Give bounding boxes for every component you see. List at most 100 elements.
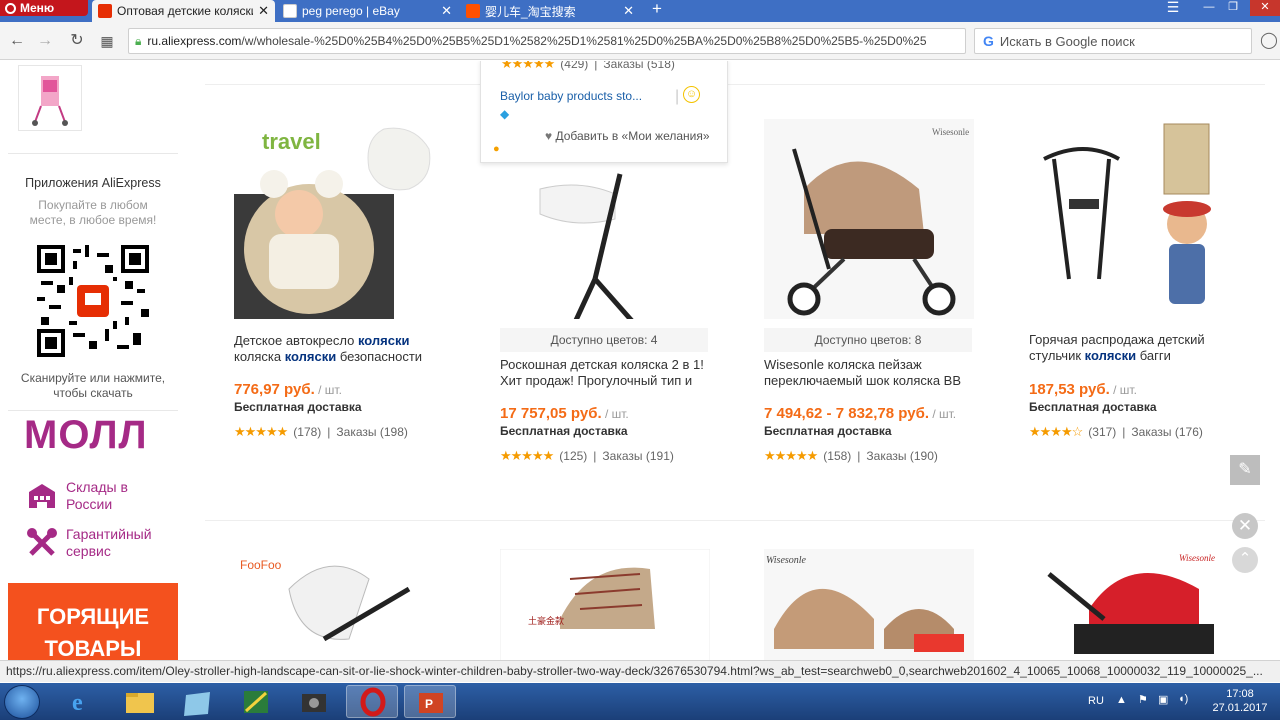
colors-available: Доступно цветов: 8 — [764, 328, 972, 352]
editor-taskbar-icon[interactable] — [230, 685, 282, 718]
product-image[interactable] — [1029, 119, 1239, 319]
windows-taskbar: e P RU ▲ ⚑ ▣ ◖) 17:08 27.01.2017 — [0, 683, 1280, 720]
qr-code[interactable] — [37, 245, 149, 357]
orders-link[interactable]: Заказы (198) — [336, 425, 407, 439]
warehouses-russia-link[interactable]: Склады в России — [26, 479, 176, 513]
opera-taskbar-icon[interactable] — [346, 685, 398, 718]
tab-aliexpress[interactable]: Оптовая детские коляски ✕ — [92, 0, 275, 22]
divider — [205, 520, 1265, 521]
back-icon[interactable]: ← — [6, 30, 28, 52]
tab-title: 婴儿车_淘宝搜索 — [485, 4, 576, 19]
popup-rating: ★★★★★ (429) | Заказы (518) — [501, 61, 675, 72]
brand-text: FooFoo — [240, 558, 282, 572]
hot-products-banner[interactable]: ГОРЯЩИЕ ТОВАРЫ — [8, 583, 178, 660]
product-image[interactable]: Wisesonle — [764, 119, 974, 319]
stars-icon: ★★★★★ — [234, 424, 288, 439]
tab-title: peg perego | eBay — [302, 4, 400, 18]
menu-label: Меню — [20, 1, 55, 15]
divider: | — [675, 88, 680, 105]
maximize-icon[interactable]: ❐ — [1222, 0, 1244, 16]
product-price: 17 757,05 руб. / шт. — [500, 405, 629, 422]
sidebar: Приложения AliExpress Покупайте в любом … — [8, 61, 178, 660]
url-path: /w/wholesale-%25D0%25B4%25D0%25B5%25D1%2… — [241, 34, 927, 48]
smile-icon[interactable]: ☺ — [683, 86, 700, 103]
tab-ebay[interactable]: peg perego | eBay ✕ — [277, 0, 458, 22]
clock-time: 17:08 — [1226, 688, 1254, 700]
close-tab-icon[interactable]: ✕ — [258, 3, 269, 19]
add-to-wishlist-button[interactable]: ♥ Добавить в «Мои желания» — [545, 129, 710, 143]
tab-title: Оптовая детские коляски — [117, 4, 254, 18]
close-window-icon[interactable]: ✕ — [1250, 0, 1280, 16]
warehouses-label: Склады в России — [66, 479, 128, 512]
app-title: Приложения AliExpress — [25, 176, 161, 190]
product-rating: ★★★★★ (158) | Заказы (190) — [764, 448, 938, 463]
search-input[interactable]: G Искать в Google поиск — [974, 28, 1252, 54]
language-indicator[interactable]: RU — [1088, 695, 1104, 707]
svg-text:e: e — [72, 690, 83, 716]
product-image[interactable]: travel — [234, 119, 444, 319]
url-host: ru.aliexpress.com — [147, 34, 242, 48]
profile-icon[interactable]: ◯ — [1260, 30, 1280, 52]
aliexpress-favicon-icon — [98, 4, 112, 18]
product-rating: ★★★★★ (178) | Заказы (198) — [234, 424, 408, 439]
product-title[interactable]: Горячая распродажа детский стульчик коля… — [1029, 332, 1249, 364]
svg-text:P: P — [425, 697, 433, 711]
taobao-favicon-icon — [466, 4, 480, 18]
powerpoint-taskbar-icon[interactable]: P — [404, 685, 456, 718]
orders-link[interactable]: Заказы (176) — [1131, 425, 1202, 439]
start-button[interactable] — [4, 685, 40, 719]
system-tray: RU ▲ ⚑ ▣ ◖) 17:08 27.01.2017 — [1080, 683, 1280, 720]
recent-item-thumbnail[interactable] — [18, 65, 82, 131]
ebay-favicon-icon — [283, 4, 297, 18]
close-tab-icon[interactable]: ✕ — [623, 3, 634, 19]
new-tab-button[interactable]: + — [648, 0, 666, 20]
clock[interactable]: 17:08 27.01.2017 — [1205, 687, 1275, 715]
reload-icon[interactable]: ↻ — [66, 30, 88, 52]
product-rating: ★★★★★ (125) | Заказы (191) — [500, 448, 674, 463]
diamond-icon: ◆ — [500, 107, 510, 121]
product-price: 187,53 руб. / шт. — [1029, 381, 1137, 398]
video-taskbar-icon[interactable] — [288, 685, 340, 718]
opera-menu-button[interactable]: Меню — [0, 0, 88, 16]
brand-text: travel — [262, 129, 321, 154]
edit-pencil-icon[interactable]: ✎ — [1230, 455, 1260, 485]
tray-arrow-icon[interactable]: ▲ — [1116, 694, 1127, 706]
product-image[interactable]: Wisesonle — [764, 549, 974, 660]
minimize-icon[interactable]: — — [1198, 0, 1220, 16]
orders-link[interactable]: Заказы (190) — [866, 449, 937, 463]
product-title[interactable]: Детское автокресло коляски коляска коляс… — [234, 333, 454, 365]
tab-strip: Меню Оптовая детские коляски ✕ peg pereg… — [0, 0, 1280, 22]
stars-icon: ★★★★☆ — [1029, 424, 1083, 439]
volume-icon[interactable]: ◖) — [1178, 693, 1188, 705]
explorer-taskbar-icon[interactable] — [114, 685, 166, 718]
google-icon: G — [983, 33, 994, 49]
forward-icon[interactable]: → — [34, 30, 56, 52]
tray-flag-icon[interactable]: ⚑ — [1138, 693, 1148, 706]
bell-icon: ● — [493, 143, 500, 155]
close-float-icon[interactable]: ✕ — [1232, 513, 1258, 539]
product-title[interactable]: Роскошная детская коляска 2 в 1! Хит про… — [500, 357, 720, 389]
lock-icon: 🔒︎ — [135, 33, 142, 48]
close-tab-icon[interactable]: ✕ — [441, 3, 452, 19]
address-bar[interactable]: 🔒︎ ru.aliexpress.com /w/wholesale-%25D0%… — [128, 28, 966, 54]
network-icon[interactable]: ▣ — [1158, 693, 1168, 706]
mall-link[interactable]: МОЛЛ — [24, 413, 148, 458]
qr-caption: Сканируйте или нажмите, чтобы скачать — [20, 371, 166, 400]
tab-taobao[interactable]: 婴儿车_淘宝搜索 ✕ — [460, 0, 640, 22]
store-link[interactable]: Baylor baby products sto... — [500, 89, 642, 103]
tab-menu-icon[interactable]: ☰ — [1162, 0, 1184, 16]
product-price: 7 494,62 - 7 832,78 руб. / шт. — [764, 405, 957, 422]
product-image[interactable]: Wisesonle — [1029, 549, 1239, 660]
orders-link[interactable]: Заказы (191) — [602, 449, 673, 463]
scroll-up-icon[interactable]: ⌃ — [1232, 547, 1258, 573]
ie-taskbar-icon[interactable]: e — [56, 685, 108, 718]
product-image[interactable]: 土豪金款 — [500, 549, 710, 660]
search-placeholder: Искать в Google поиск — [999, 33, 1135, 49]
warranty-service-link[interactable]: Гарантийный сервис — [26, 526, 176, 560]
product-image[interactable]: FooFoo — [234, 549, 444, 660]
notepad-taskbar-icon[interactable] — [172, 685, 224, 718]
brand-text: Wisesonle — [766, 555, 807, 566]
browser-toolbar: ← → ↻ ▦ 🔒︎ ru.aliexpress.com /w/wholesal… — [0, 22, 1280, 60]
product-title[interactable]: Wisesonle коляска пейзаж переключаемый ш… — [764, 357, 984, 389]
speed-dial-icon[interactable]: ▦ — [96, 30, 118, 52]
